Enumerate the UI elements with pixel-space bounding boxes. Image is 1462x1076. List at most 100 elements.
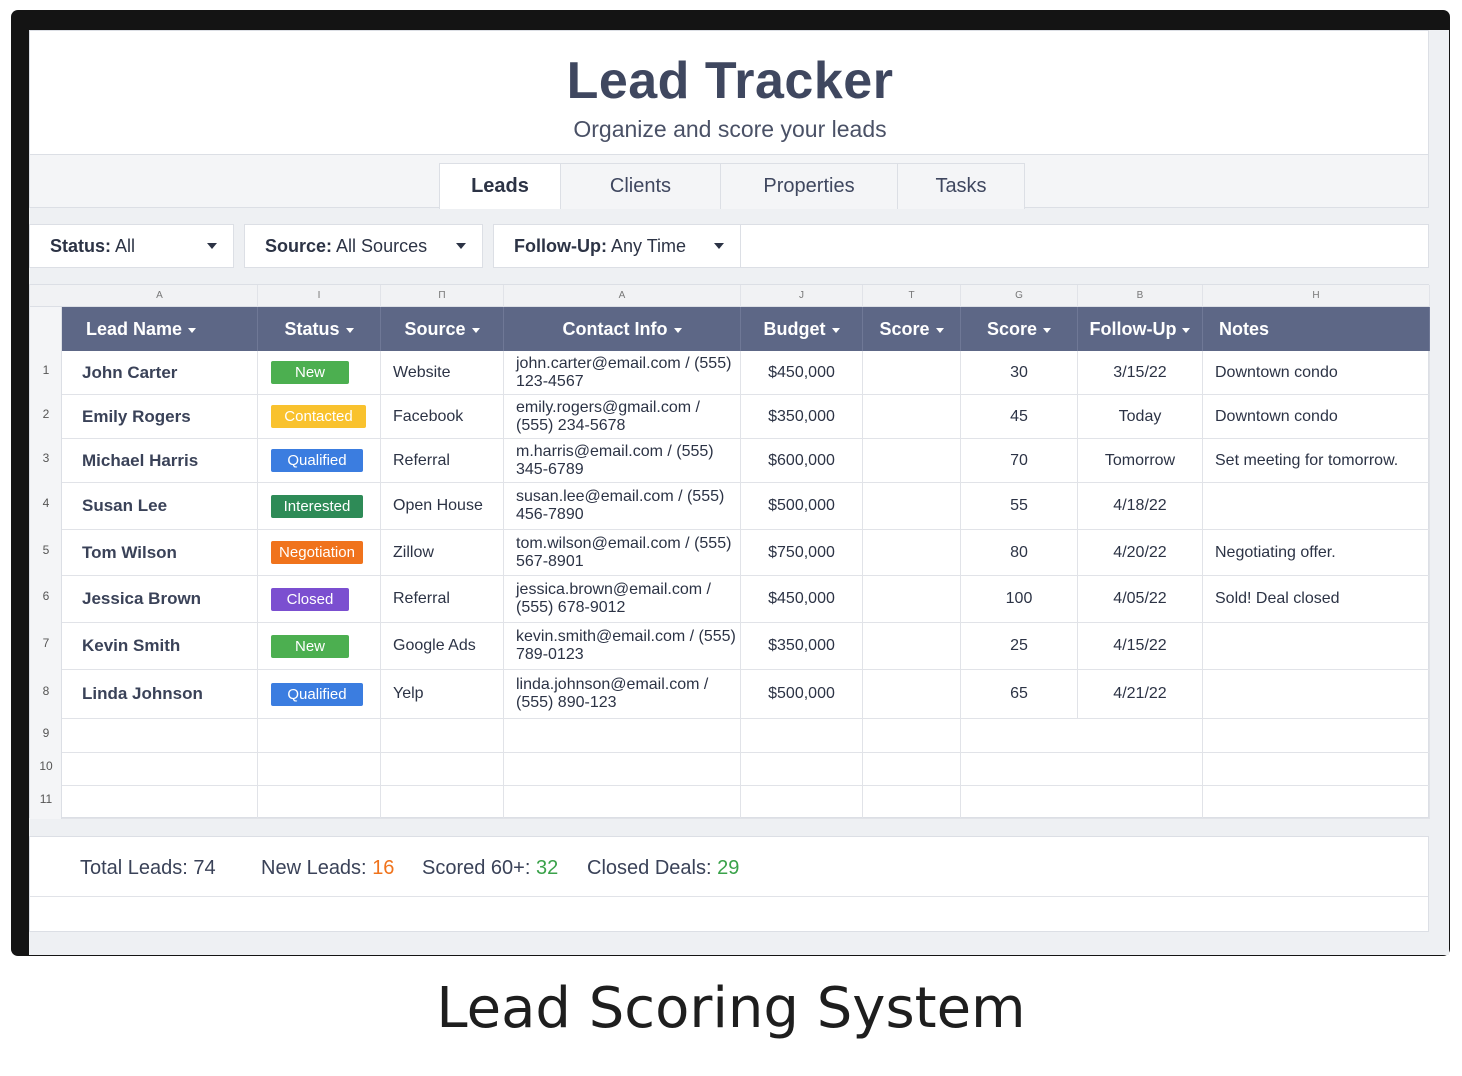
tab-tasks[interactable]: Tasks: [897, 163, 1025, 209]
column-header-budget[interactable]: Budget: [741, 307, 863, 351]
table-cell[interactable]: $450,000: [741, 576, 863, 622]
table-cell[interactable]: 4/21/22: [1078, 670, 1203, 718]
table-cell[interactable]: m.harris@email.com / (555) 345-6789: [504, 439, 741, 482]
table-cell[interactable]: emily.rogers@gmail.com / (555) 234-5678: [504, 395, 741, 438]
status-filter-dropdown[interactable]: Status: All: [29, 224, 234, 268]
table-cell[interactable]: $350,000: [741, 623, 863, 669]
table-cell[interactable]: [504, 753, 741, 785]
table-cell[interactable]: susan.lee@email.com / (555) 456-7890: [504, 483, 741, 529]
tab-leads[interactable]: Leads: [439, 163, 561, 209]
table-cell[interactable]: [863, 753, 961, 785]
column-header-score[interactable]: Score: [863, 307, 961, 351]
column-header-follow-up[interactable]: Follow-Up: [1078, 307, 1203, 351]
table-cell[interactable]: New: [258, 351, 381, 394]
table-cell[interactable]: [258, 753, 381, 785]
table-cell[interactable]: Jessica Brown: [62, 576, 258, 622]
table-cell[interactable]: [258, 786, 381, 818]
table-cell[interactable]: [741, 786, 863, 818]
table-cell[interactable]: Qualified: [258, 439, 381, 482]
table-cell[interactable]: Zillow: [381, 530, 504, 575]
table-cell[interactable]: Negotiating offer.: [1203, 530, 1430, 575]
table-cell[interactable]: [863, 719, 961, 752]
table-cell[interactable]: 100: [961, 576, 1078, 622]
table-cell[interactable]: $350,000: [741, 395, 863, 438]
table-cell[interactable]: [1078, 719, 1203, 752]
source-filter-dropdown[interactable]: Source: All Sources: [244, 224, 483, 268]
table-cell[interactable]: tom.wilson@email.com / (555) 567-8901: [504, 530, 741, 575]
table-cell[interactable]: [62, 719, 258, 752]
column-header-score[interactable]: Score: [961, 307, 1078, 351]
table-cell[interactable]: [741, 753, 863, 785]
table-cell[interactable]: [504, 786, 741, 818]
table-cell[interactable]: Downtown condo: [1203, 351, 1430, 394]
table-cell[interactable]: 4/20/22: [1078, 530, 1203, 575]
table-cell[interactable]: Closed: [258, 576, 381, 622]
table-cell[interactable]: linda.johnson@email.com / (555) 890-123: [504, 670, 741, 718]
table-cell[interactable]: [1203, 483, 1430, 529]
table-cell[interactable]: 4/05/22: [1078, 576, 1203, 622]
table-cell[interactable]: Referral: [381, 439, 504, 482]
table-cell[interactable]: 55: [961, 483, 1078, 529]
table-cell[interactable]: Kevin Smith: [62, 623, 258, 669]
table-cell[interactable]: Facebook: [381, 395, 504, 438]
table-cell[interactable]: [504, 719, 741, 752]
table-cell[interactable]: Yelp: [381, 670, 504, 718]
table-cell[interactable]: 80: [961, 530, 1078, 575]
table-cell[interactable]: $500,000: [741, 670, 863, 718]
table-cell[interactable]: 4/15/22: [1078, 623, 1203, 669]
table-cell[interactable]: Today: [1078, 395, 1203, 438]
table-cell[interactable]: [1203, 753, 1430, 785]
table-cell[interactable]: John Carter: [62, 351, 258, 394]
table-cell[interactable]: Negotiation: [258, 530, 381, 575]
table-cell[interactable]: Michael Harris: [62, 439, 258, 482]
table-cell[interactable]: Interested: [258, 483, 381, 529]
column-header-lead-name[interactable]: Lead Name: [62, 307, 258, 351]
table-cell[interactable]: [381, 719, 504, 752]
table-cell[interactable]: [381, 753, 504, 785]
table-cell[interactable]: [258, 719, 381, 752]
tab-properties[interactable]: Properties: [720, 163, 898, 209]
table-cell[interactable]: Open House: [381, 483, 504, 529]
table-cell[interactable]: Linda Johnson: [62, 670, 258, 718]
table-cell[interactable]: Susan Lee: [62, 483, 258, 529]
table-cell[interactable]: Tomorrow: [1078, 439, 1203, 482]
table-cell[interactable]: kevin.smith@email.com / (555) 789-0123: [504, 623, 741, 669]
table-cell[interactable]: 30: [961, 351, 1078, 394]
table-cell[interactable]: Qualified: [258, 670, 381, 718]
table-cell[interactable]: [1078, 753, 1203, 785]
table-cell[interactable]: Emily Rogers: [62, 395, 258, 438]
table-cell[interactable]: [1078, 786, 1203, 818]
table-cell[interactable]: [741, 719, 863, 752]
table-cell[interactable]: 4/18/22: [1078, 483, 1203, 529]
tab-clients[interactable]: Clients: [560, 163, 721, 209]
table-cell[interactable]: Tom Wilson: [62, 530, 258, 575]
table-cell[interactable]: [863, 786, 961, 818]
table-cell[interactable]: jessica.brown@email.com / (555) 678-9012: [504, 576, 741, 622]
table-cell[interactable]: [1203, 786, 1430, 818]
table-cell[interactable]: [62, 786, 258, 818]
column-header-status[interactable]: Status: [258, 307, 381, 351]
table-cell[interactable]: [1203, 623, 1430, 669]
table-cell[interactable]: $750,000: [741, 530, 863, 575]
followup-filter-dropdown[interactable]: Follow-Up: Any Time: [493, 224, 741, 268]
table-cell[interactable]: Contacted: [258, 395, 381, 438]
table-cell[interactable]: Set meeting for tomorrow.: [1203, 439, 1430, 482]
table-cell[interactable]: 45: [961, 395, 1078, 438]
table-cell[interactable]: Website: [381, 351, 504, 394]
column-header-source[interactable]: Source: [381, 307, 504, 351]
table-cell[interactable]: [62, 753, 258, 785]
table-cell[interactable]: New: [258, 623, 381, 669]
table-cell[interactable]: Google Ads: [381, 623, 504, 669]
table-cell[interactable]: john.carter@email.com / (555) 123-4567: [504, 351, 741, 394]
table-cell[interactable]: $600,000: [741, 439, 863, 482]
column-header-contact-info[interactable]: Contact Info: [504, 307, 741, 351]
table-cell[interactable]: [381, 786, 504, 818]
table-cell[interactable]: [1203, 670, 1430, 718]
table-cell[interactable]: Downtown condo: [1203, 395, 1430, 438]
table-cell[interactable]: $500,000: [741, 483, 863, 529]
table-cell[interactable]: Sold! Deal closed: [1203, 576, 1430, 622]
table-cell[interactable]: $450,000: [741, 351, 863, 394]
table-cell[interactable]: 70: [961, 439, 1078, 482]
column-header-notes[interactable]: Notes: [1203, 307, 1430, 351]
table-cell[interactable]: 25: [961, 623, 1078, 669]
